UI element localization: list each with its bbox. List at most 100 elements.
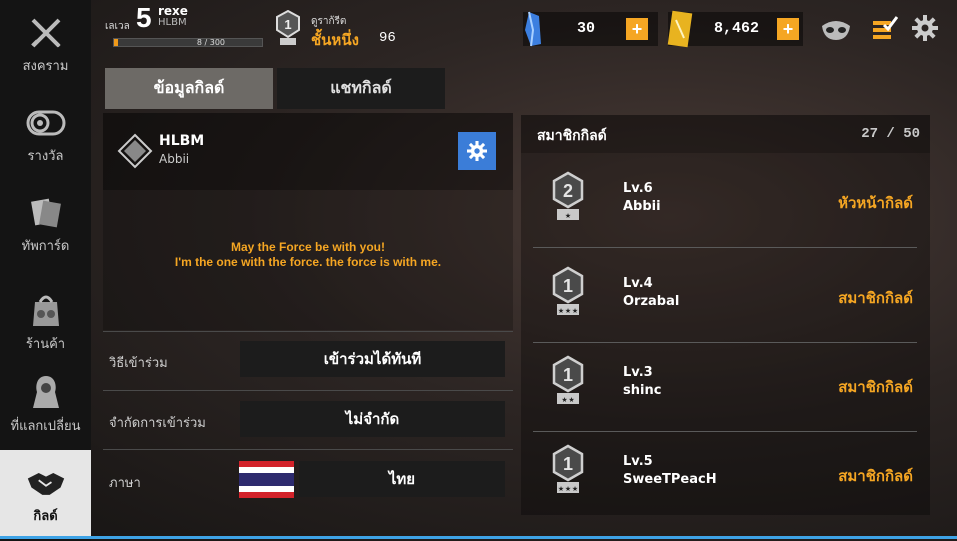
guild-name: HLBM: [159, 133, 205, 149]
crystal-icon: [521, 10, 547, 52]
guild-message: May the Force be with you! I'm the one w…: [103, 240, 513, 270]
rank-badge-icon: 1 ★ ★: [551, 355, 585, 405]
gold-card-icon: [666, 10, 694, 52]
sidebar-item-card-deck[interactable]: ทัพการ์ด: [0, 184, 91, 264]
sidebar: สงคราม รางวัล ทัพการ์ด ร้านค้า ที่แลกเปล…: [0, 0, 91, 541]
svg-text:★: ★: [572, 307, 578, 315]
add-crystals-button[interactable]: +: [626, 18, 648, 40]
crystal-amount: 30: [577, 20, 596, 37]
player-name: rexe: [158, 4, 188, 18]
rank-badge-icon: 1 ★ ★ ★: [551, 266, 585, 316]
guild-message-line1: May the Force be with you!: [230, 240, 386, 254]
tab-guild-info[interactable]: ข้อมูลกิลด์: [105, 68, 273, 109]
crossed-swords-icon: [26, 13, 66, 53]
sidebar-item-shop[interactable]: ร้านค้า: [0, 282, 91, 362]
svg-text:★: ★: [558, 307, 564, 315]
exchange-icon: [26, 373, 66, 413]
member-level: Lv.5: [623, 454, 653, 469]
sidebar-item-label: ทัพการ์ด: [21, 238, 70, 254]
crystal-currency: 30 +: [523, 11, 658, 47]
add-gold-button[interactable]: +: [777, 18, 799, 40]
svg-text:1: 1: [284, 17, 291, 32]
language-label: ภาษา: [109, 476, 141, 491]
top-bar: เลเวล 5 rexe HLBM 8 / 300 1 ดูราก้รีต ชั…: [91, 0, 957, 58]
join-method-label: วิธีเข้าร่วม: [109, 356, 168, 371]
gold-currency: 8,462 +: [667, 10, 803, 48]
members-title: สมาชิกกิลด์: [537, 128, 607, 144]
member-role: สมาชิกกิลด์: [838, 289, 913, 307]
sidebar-item-war[interactable]: สงคราม: [0, 4, 91, 84]
svg-text:★: ★: [565, 485, 571, 493]
member-role: สมาชิกกิลด์: [838, 378, 913, 396]
card-deck-icon: [26, 193, 66, 233]
sidebar-item-rewards[interactable]: รางวัล: [0, 94, 91, 174]
badge-number: 1: [563, 454, 573, 474]
svg-text:★: ★: [561, 396, 567, 404]
member-level: Lv.6: [623, 181, 653, 196]
join-method-value[interactable]: เข้าร่วมได้ทันที: [240, 341, 505, 377]
player-level: 5: [136, 2, 152, 33]
guild-settings-button[interactable]: [458, 132, 496, 170]
member-row[interactable]: 2 ★ Lv.6 Abbii หัวหน้ากิลด์: [533, 153, 917, 241]
player-guild-tag: HLBM: [158, 17, 187, 28]
member-row[interactable]: 1 ★ ★ ★ Lv.5 SweeTPeacH สมาชิกกิลด์: [533, 426, 917, 514]
members-list: 2 ★ Lv.6 Abbii หัวหน้ากิลด์ 1 ★ ★ ★ Lv.4 Orzabal สม…: [521, 153, 930, 515]
rank-badge-icon: 2 ★: [551, 171, 585, 221]
guild-message-line2: I'm the one with the force. the force is…: [174, 255, 442, 269]
guild-info-header: HLBM Abbii: [103, 113, 513, 190]
sidebar-item-label: ที่แลกเปลี่ยน: [10, 418, 81, 434]
gold-amount: 8,462: [714, 20, 760, 37]
rank-name: ชั้นหนึ่ง: [311, 31, 359, 49]
sidebar-item-label: กิลด์: [33, 508, 58, 524]
rank-points: 96: [379, 30, 396, 46]
member-role: สมาชิกกิลด์: [838, 467, 913, 485]
sidebar-item-guild[interactable]: กิลด์: [0, 450, 91, 538]
svg-text:★: ★: [565, 307, 571, 315]
rank-label: ดูราก้รีต: [311, 16, 347, 27]
sidebar-item-exchange[interactable]: ที่แลกเปลี่ยน: [0, 364, 91, 444]
gear-icon: [467, 141, 487, 161]
member-role: หัวหน้ากิลด์: [838, 194, 913, 212]
guild-emblem-icon: [117, 133, 153, 173]
member-row[interactable]: 1 ★ ★ Lv.3 shinc สมาชิกกิลด์: [533, 337, 917, 425]
reward-icon: [26, 103, 66, 143]
member-level: Lv.3: [623, 365, 653, 380]
join-limit-label: จำกัดการเข้าร่วม: [109, 416, 206, 431]
rank-badge-icon: 1 ★ ★ ★: [551, 444, 585, 494]
svg-text:★: ★: [572, 485, 578, 493]
quest-list-icon[interactable]: [870, 15, 899, 43]
member-name: shinc: [623, 383, 662, 398]
sidebar-item-label: สงคราม: [22, 58, 69, 74]
svg-text:★: ★: [565, 212, 571, 220]
divider: [103, 390, 513, 391]
member-row[interactable]: 1 ★ ★ ★ Lv.4 Orzabal สมาชิกกิลด์: [533, 248, 917, 336]
shop-icon: [26, 291, 66, 331]
svg-text:★: ★: [558, 485, 564, 493]
sidebar-item-label: ร้านค้า: [25, 336, 66, 352]
level-label: เลเวล: [105, 21, 130, 32]
language-value[interactable]: ไทย: [299, 461, 505, 497]
member-level: Lv.4: [623, 276, 653, 291]
svg-text:★: ★: [568, 396, 574, 404]
guild-leader: Abbii: [159, 152, 190, 166]
thai-flag-icon: [239, 461, 294, 498]
bottom-highlight-line: [0, 536, 957, 539]
divider: [103, 331, 513, 332]
member-name: Abbii: [623, 199, 661, 214]
member-name: Orzabal: [623, 294, 680, 309]
mask-icon[interactable]: [820, 18, 850, 46]
badge-number: 2: [563, 181, 573, 201]
xp-text: 8 / 300: [196, 38, 225, 47]
divider: [103, 449, 513, 450]
badge-number: 1: [563, 365, 573, 385]
sidebar-item-label: รางวัล: [27, 148, 64, 164]
guild-message-panel: May the Force be with you! I'm the one w…: [103, 190, 513, 330]
member-name: SweeTPeacH: [623, 472, 717, 487]
handshake-icon: [26, 463, 66, 503]
gear-icon[interactable]: [912, 15, 940, 43]
tab-guild-chat[interactable]: แชทกิลด์: [277, 68, 445, 109]
members-count: 27 / 50: [861, 126, 920, 142]
join-limit-value[interactable]: ไม่จำกัด: [240, 401, 505, 437]
rank-badge-icon[interactable]: 1: [275, 9, 301, 46]
badge-number: 1: [563, 276, 573, 296]
